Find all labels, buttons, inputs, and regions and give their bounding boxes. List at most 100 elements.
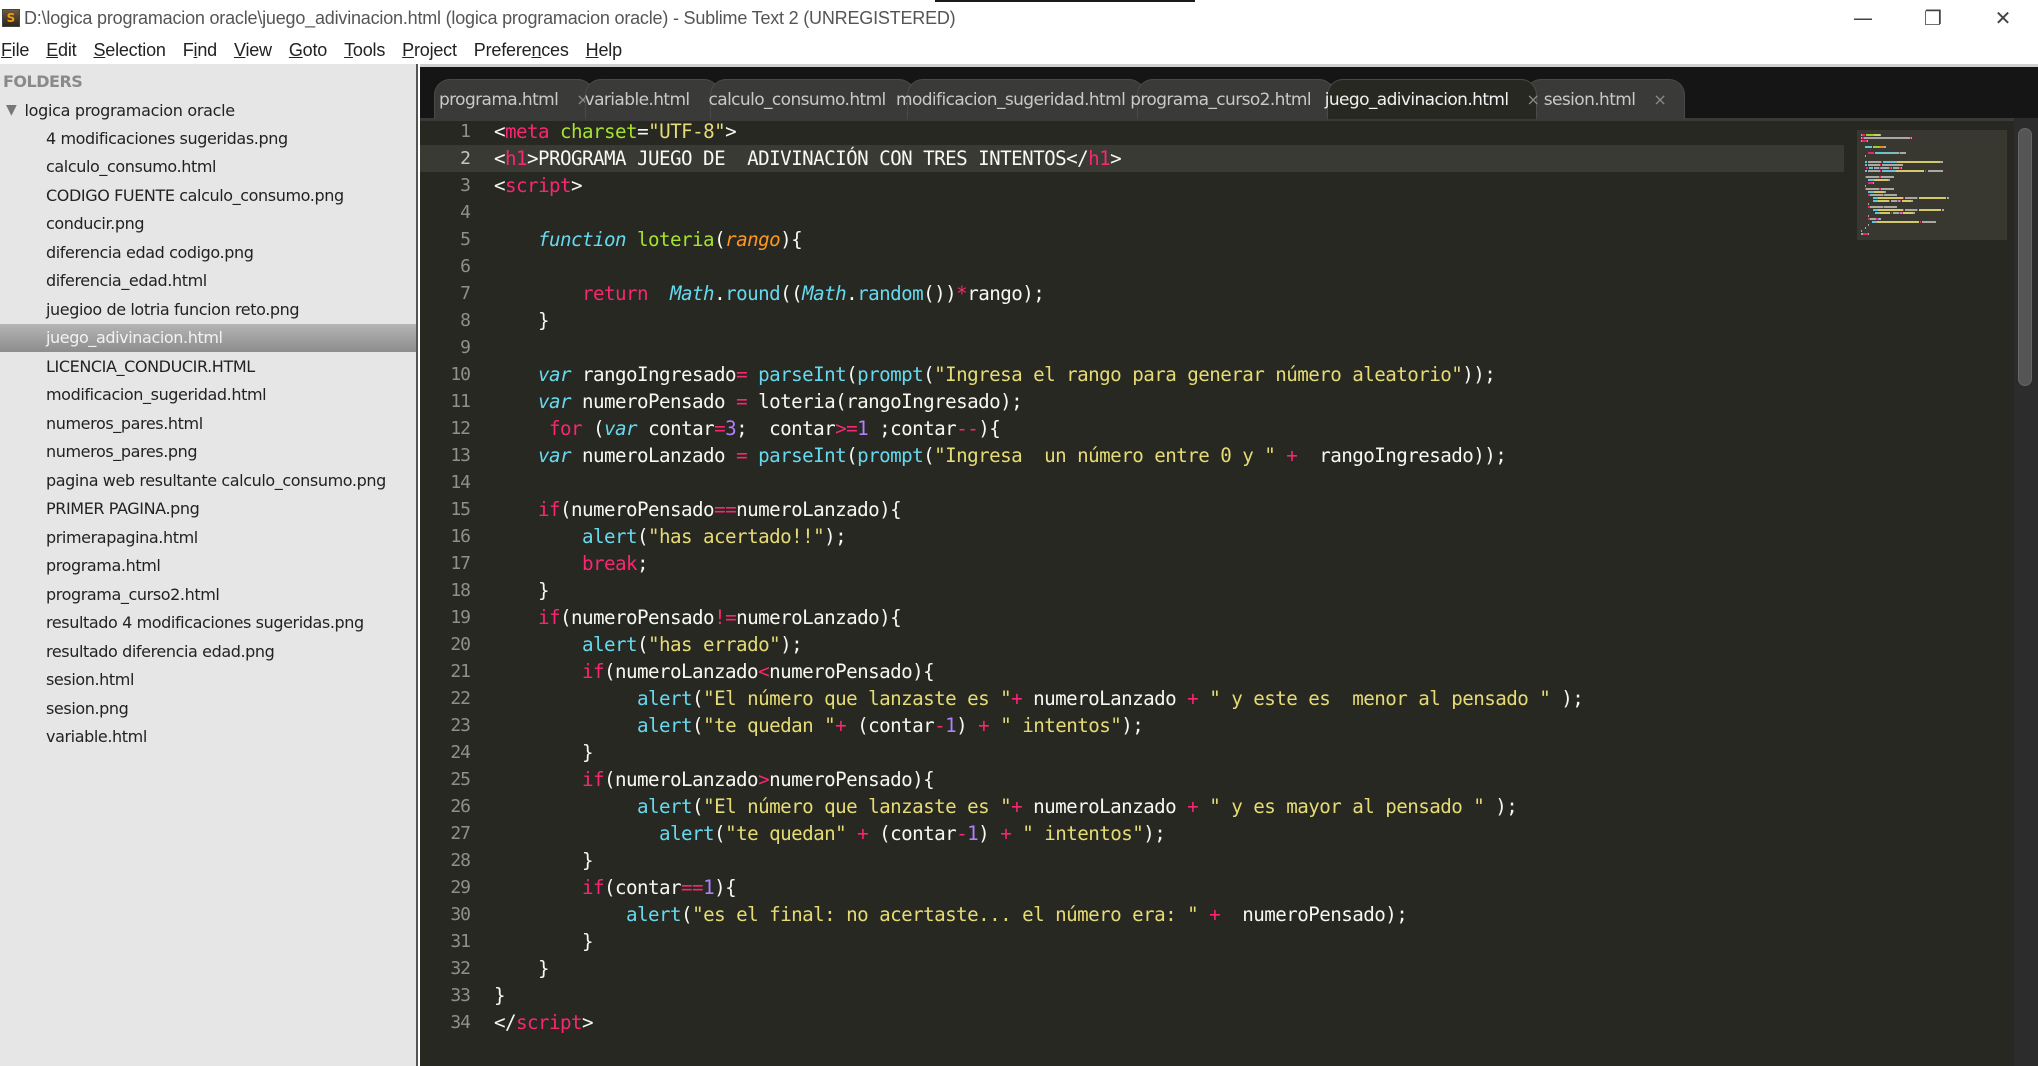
minimap-mark: [1866, 188, 1879, 190]
restore-button[interactable]: ❐: [1898, 0, 1968, 36]
sidebar-file-item[interactable]: resultado diferencia edad.png: [0, 637, 416, 666]
code-token: .: [846, 282, 858, 305]
code-token: "has errado": [648, 633, 781, 656]
code-token: return: [582, 282, 649, 305]
code-token: ((: [780, 282, 803, 305]
minimap-mark: [1947, 197, 1950, 199]
sidebar-file-item[interactable]: pagina web resultante calculo_consumo.pn…: [0, 466, 416, 495]
sidebar-file-item[interactable]: numeros_pares.html: [0, 409, 416, 438]
minimap-mark: [1913, 212, 1915, 214]
minimap-mark: [1901, 200, 1912, 202]
menu-tools[interactable]: Tools: [344, 40, 394, 61]
code-token: =: [736, 390, 748, 413]
code-line: var rangoIngresado= parseInt(prompt("Ing…: [494, 361, 1914, 388]
code-token: numeroLanzado: [571, 444, 737, 467]
line-number: 31: [450, 931, 471, 952]
tab-label: programa.html: [438, 89, 559, 110]
menu-view[interactable]: View: [234, 40, 281, 61]
sidebar-file-item[interactable]: programa_curso2.html: [0, 580, 416, 609]
minimap-mark: [1880, 176, 1895, 178]
minimap-mark: [1888, 179, 1890, 181]
line-number: 17: [450, 553, 471, 574]
sidebar-file-item[interactable]: juego_adivinacion.html: [0, 323, 416, 352]
folder-label: logica programacion oracle: [24, 100, 235, 120]
minimap-mark: [1864, 170, 1868, 172]
tab-sesion-html[interactable]: sesion.html ×: [1525, 79, 1685, 119]
code-token: "El número que lanzaste es ": [703, 795, 1012, 818]
code-token: >=: [835, 417, 858, 440]
menu-file[interactable]: File: [1, 40, 38, 61]
sidebar-file-item[interactable]: variable.html: [0, 723, 416, 752]
sidebar-file-item[interactable]: calculo_consumo.html: [0, 153, 416, 182]
line-number: 27: [450, 823, 471, 844]
sidebar-file-item[interactable]: primerapagina.html: [0, 523, 416, 552]
expand-triangle-icon[interactable]: ▼: [6, 102, 17, 118]
title-accent-line: [935, 0, 1195, 2]
sidebar-file-item[interactable]: sesion.html: [0, 666, 416, 695]
sidebar-file-item[interactable]: conducir.png: [0, 210, 416, 239]
tab-close-icon[interactable]: ×: [1526, 90, 1539, 109]
code-token: ==: [681, 876, 704, 899]
tab-calculo-consumo-html[interactable]: calculo_consumo.html×: [709, 79, 917, 119]
sidebar-file-item[interactable]: numeros_pares.png: [0, 438, 416, 467]
code-token: "Ingresa el rango para generar número al…: [934, 363, 1463, 386]
sidebar-file-item[interactable]: juegioo de lotria funcion reto.png: [0, 295, 416, 324]
minimap-mark: [1870, 167, 1873, 169]
minimap-mark: [1927, 170, 1943, 172]
code-line: }: [494, 928, 1914, 955]
folder-logica-programacion-oracle[interactable]: ▼ logica programacion oracle: [0, 96, 416, 124]
scrollbar-thumb[interactable]: [2018, 128, 2032, 386]
line-number: 33: [450, 985, 471, 1006]
menu-goto[interactable]: Goto: [289, 40, 336, 61]
code-token: "te quedan ": [703, 714, 836, 737]
code-token: =: [714, 417, 726, 440]
menu-find[interactable]: Find: [183, 40, 226, 61]
sidebar-file-item[interactable]: sesion.png: [0, 694, 416, 723]
minimize-button[interactable]: —: [1828, 0, 1898, 36]
sidebar-file-item[interactable]: diferencia_edad.html: [0, 267, 416, 296]
tab-variable-html[interactable]: variable.html×: [585, 79, 721, 119]
minimap-mark: [1868, 161, 1881, 163]
code-token: (: [923, 363, 935, 386]
menu-selection[interactable]: Selection: [93, 40, 174, 61]
tab-programa-html[interactable]: programa.html ×: [434, 79, 594, 119]
sidebar-file-item[interactable]: 4 modificaciones sugeridas.png: [0, 124, 416, 153]
tab-juego-adivinacion-html[interactable]: juego_adivinacion.html ×: [1325, 79, 1540, 119]
code-token: (: [637, 633, 649, 656]
tab-modificacion-sugeridad-html[interactable]: modificacion_sugeridad.html×: [896, 79, 1157, 119]
sidebar-file-item[interactable]: PRIMER PAGINA.png: [0, 495, 416, 524]
minimize-icon: —: [1853, 6, 1873, 30]
code-area[interactable]: <meta charset="UTF-8"> <h1>PROGRAMA JUEGO…: [494, 118, 1914, 1066]
code-token: ){: [714, 876, 737, 899]
minimap[interactable]: [1857, 130, 2007, 240]
menu-edit[interactable]: Edit: [46, 40, 85, 61]
sidebar-file-item[interactable]: LICENCIA_CONDUCIR.HTML: [0, 352, 416, 381]
code-token: " intentos": [1022, 822, 1144, 845]
code-token: }: [494, 741, 594, 764]
line-number: 15: [450, 499, 471, 520]
code-token: 1: [945, 714, 957, 737]
code-token: alert: [582, 633, 638, 656]
sidebar-file-item[interactable]: CODIGO FUENTE calculo_consumo.png: [0, 181, 416, 210]
sidebar-file-item[interactable]: diferencia edad codigo.png: [0, 238, 416, 267]
tab-close-icon[interactable]: ×: [1653, 90, 1666, 109]
close-window-button[interactable]: ✕: [1968, 0, 2038, 36]
line-number: 21: [450, 661, 471, 682]
code-line: alert("El número que lanzaste es "+ nume…: [494, 685, 1914, 712]
tab-programa-curso2-html[interactable]: programa_curso2.html×: [1130, 79, 1342, 119]
minimap-mark: [1866, 176, 1879, 178]
sidebar-file-item[interactable]: resultado 4 modificaciones sugeridas.png: [0, 609, 416, 638]
code-token: +: [1000, 822, 1012, 845]
code-token: if: [538, 498, 561, 521]
menu-preferences[interactable]: Preferences: [474, 40, 578, 61]
sidebar-file-item[interactable]: programa.html: [0, 552, 416, 581]
code-token: numeroLanzado: [1022, 795, 1188, 818]
code-token: ;contar: [868, 417, 957, 440]
menu-project[interactable]: Project: [402, 40, 466, 61]
menu-help[interactable]: Help: [586, 40, 631, 61]
sidebar-file-item[interactable]: modificacion_sugeridad.html: [0, 381, 416, 410]
line-number: 16: [450, 526, 471, 547]
code-line: var numeroLanzado = parseInt(prompt("Ing…: [494, 442, 1914, 469]
